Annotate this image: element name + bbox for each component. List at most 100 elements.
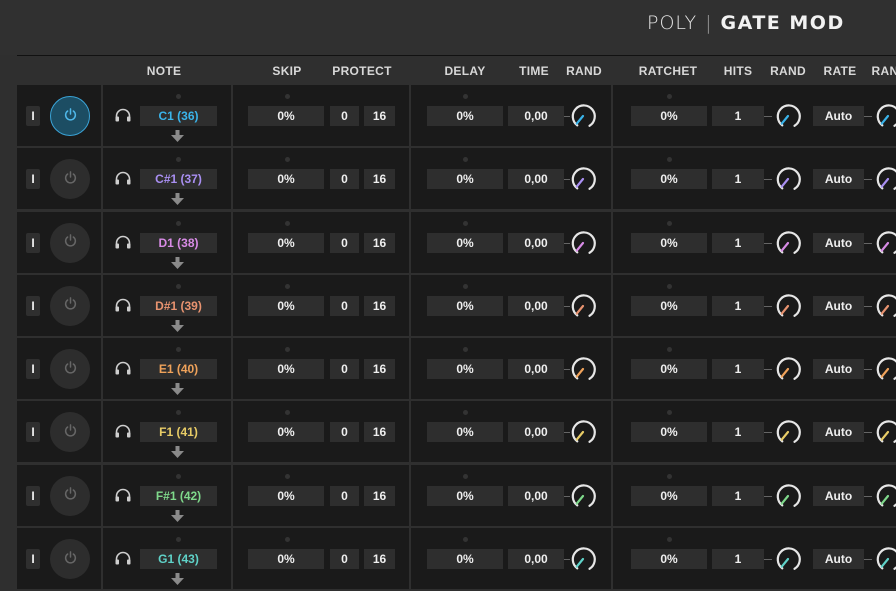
time-value[interactable]: 0,00 <box>508 359 564 380</box>
time-value[interactable]: 0,00 <box>508 169 564 190</box>
rand-hits-knob[interactable] <box>773 481 803 511</box>
rate-value[interactable]: Auto <box>813 485 864 506</box>
ratchet-value[interactable]: 0% <box>631 359 707 380</box>
rand-rate-knob[interactable] <box>873 101 896 131</box>
note-selector[interactable]: F1 (41) <box>140 422 217 443</box>
rand-rate-knob[interactable] <box>873 228 896 258</box>
ratchet-value[interactable]: 0% <box>631 232 707 253</box>
rand-hits-knob[interactable] <box>773 417 803 447</box>
hits-value[interactable]: 1 <box>712 359 764 380</box>
note-selector[interactable]: F#1 (42) <box>140 485 217 506</box>
rand-hits-knob[interactable] <box>773 544 803 574</box>
skip-value[interactable]: 0% <box>248 359 324 380</box>
delay-value[interactable]: 0% <box>427 295 503 316</box>
power-button[interactable] <box>50 349 90 390</box>
power-button[interactable] <box>50 222 90 263</box>
skip-value[interactable]: 0% <box>248 232 324 253</box>
delay-value[interactable]: 0% <box>427 422 503 443</box>
time-value[interactable]: 0,00 <box>508 232 564 253</box>
skip-value[interactable]: 0% <box>248 106 324 126</box>
protect-min-value[interactable]: 0 <box>330 485 359 506</box>
hits-value[interactable]: 1 <box>712 295 764 316</box>
rand-delay-knob[interactable] <box>568 544 598 574</box>
lane-button[interactable]: I <box>26 295 40 316</box>
rand-hits-knob[interactable] <box>773 354 803 384</box>
skip-value[interactable]: 0% <box>248 169 324 190</box>
time-value[interactable]: 0,00 <box>508 549 564 570</box>
protect-min-value[interactable]: 0 <box>330 359 359 380</box>
rand-rate-knob[interactable] <box>873 417 896 447</box>
ratchet-value[interactable]: 0% <box>631 295 707 316</box>
power-button[interactable] <box>50 159 90 200</box>
hits-value[interactable]: 1 <box>712 106 764 126</box>
hits-value[interactable]: 1 <box>712 485 764 506</box>
time-value[interactable]: 0,00 <box>508 106 564 126</box>
rate-value[interactable]: Auto <box>813 422 864 443</box>
ratchet-value[interactable]: 0% <box>631 422 707 443</box>
protect-max-value[interactable]: 16 <box>364 422 395 443</box>
rand-delay-knob[interactable] <box>568 101 598 131</box>
time-value[interactable]: 0,00 <box>508 422 564 443</box>
lane-button[interactable]: I <box>26 422 40 443</box>
rand-hits-knob[interactable] <box>773 101 803 131</box>
note-selector[interactable]: E1 (40) <box>140 359 217 380</box>
ratchet-value[interactable]: 0% <box>631 549 707 570</box>
delay-value[interactable]: 0% <box>427 169 503 190</box>
protect-min-value[interactable]: 0 <box>330 549 359 570</box>
rate-value[interactable]: Auto <box>813 106 864 126</box>
rate-value[interactable]: Auto <box>813 295 864 316</box>
skip-value[interactable]: 0% <box>248 422 324 443</box>
hits-value[interactable]: 1 <box>712 549 764 570</box>
rate-value[interactable]: Auto <box>813 232 864 253</box>
protect-min-value[interactable]: 0 <box>330 169 359 190</box>
lane-button[interactable]: I <box>26 232 40 253</box>
ratchet-value[interactable]: 0% <box>631 485 707 506</box>
protect-max-value[interactable]: 16 <box>364 485 395 506</box>
lane-button[interactable]: I <box>26 359 40 380</box>
protect-min-value[interactable]: 0 <box>330 232 359 253</box>
skip-value[interactable]: 0% <box>248 485 324 506</box>
note-selector[interactable]: D#1 (39) <box>140 295 217 316</box>
rand-delay-knob[interactable] <box>568 228 598 258</box>
protect-max-value[interactable]: 16 <box>364 295 395 316</box>
rand-hits-knob[interactable] <box>773 291 803 321</box>
skip-value[interactable]: 0% <box>248 295 324 316</box>
lane-button[interactable]: I <box>26 485 40 506</box>
delay-value[interactable]: 0% <box>427 485 503 506</box>
protect-min-value[interactable]: 0 <box>330 295 359 316</box>
rate-value[interactable]: Auto <box>813 169 864 190</box>
power-button[interactable] <box>50 412 90 453</box>
protect-max-value[interactable]: 16 <box>364 549 395 570</box>
power-button[interactable] <box>50 475 90 516</box>
rand-rate-knob[interactable] <box>873 481 896 511</box>
rand-rate-knob[interactable] <box>873 291 896 321</box>
rand-rate-knob[interactable] <box>873 164 896 194</box>
ratchet-value[interactable]: 0% <box>631 106 707 126</box>
rand-delay-knob[interactable] <box>568 481 598 511</box>
protect-max-value[interactable]: 16 <box>364 232 395 253</box>
delay-value[interactable]: 0% <box>427 549 503 570</box>
rand-delay-knob[interactable] <box>568 417 598 447</box>
rand-rate-knob[interactable] <box>873 544 896 574</box>
power-button[interactable] <box>50 96 90 136</box>
lane-button[interactable]: I <box>26 549 40 570</box>
hits-value[interactable]: 1 <box>712 232 764 253</box>
rand-hits-knob[interactable] <box>773 228 803 258</box>
note-selector[interactable]: C#1 (37) <box>140 169 217 190</box>
power-button[interactable] <box>50 539 90 580</box>
protect-min-value[interactable]: 0 <box>330 106 359 126</box>
time-value[interactable]: 0,00 <box>508 295 564 316</box>
protect-max-value[interactable]: 16 <box>364 106 395 126</box>
protect-min-value[interactable]: 0 <box>330 422 359 443</box>
rand-delay-knob[interactable] <box>568 291 598 321</box>
note-selector[interactable]: D1 (38) <box>140 232 217 253</box>
power-button[interactable] <box>50 285 90 326</box>
time-value[interactable]: 0,00 <box>508 485 564 506</box>
delay-value[interactable]: 0% <box>427 232 503 253</box>
rand-rate-knob[interactable] <box>873 354 896 384</box>
skip-value[interactable]: 0% <box>248 549 324 570</box>
lane-button[interactable]: I <box>26 169 40 190</box>
delay-value[interactable]: 0% <box>427 106 503 126</box>
hits-value[interactable]: 1 <box>712 169 764 190</box>
rand-delay-knob[interactable] <box>568 164 598 194</box>
